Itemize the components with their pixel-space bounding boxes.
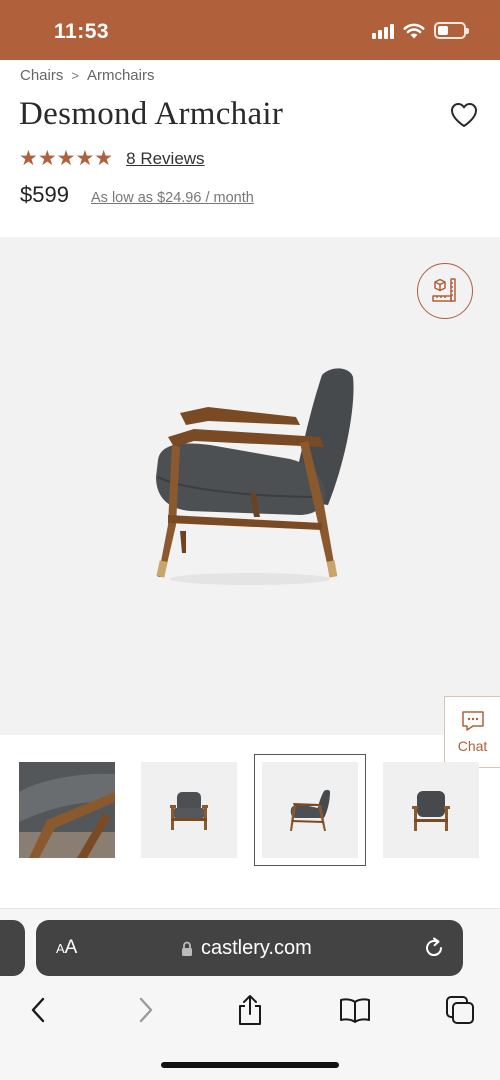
product-image-main[interactable] — [0, 237, 500, 735]
browser-toolbar — [0, 989, 500, 1033]
thumbnail-side-selected[interactable] — [254, 754, 366, 866]
url-text: castlery.com — [201, 937, 312, 959]
armchair-back-image — [412, 791, 450, 831]
armchair-closeup-image — [19, 762, 115, 858]
share-button[interactable] — [232, 992, 268, 1028]
browser-chrome: AA castlery.com — [0, 909, 500, 1080]
wishlist-button[interactable] — [450, 102, 478, 128]
previous-tab-preview[interactable] — [0, 920, 25, 976]
page-settings-button[interactable]: AA — [56, 937, 77, 959]
cube-ruler-icon — [432, 278, 456, 302]
tabs-button[interactable] — [442, 992, 478, 1028]
back-button[interactable] — [20, 992, 56, 1028]
breadcrumb-chairs[interactable]: Chairs — [20, 67, 63, 84]
battery-icon — [434, 22, 469, 39]
heart-outline-icon — [451, 103, 477, 127]
aa-small-label: A — [56, 941, 65, 956]
tabs-icon — [446, 996, 474, 1024]
status-time: 11:53 — [54, 20, 110, 43]
address-bar[interactable]: AA castlery.com — [36, 920, 463, 976]
chat-bubble-icon — [461, 711, 484, 731]
chevron-left-icon — [31, 997, 45, 1023]
home-indicator[interactable] — [161, 1062, 339, 1068]
status-bar: 11:53 — [0, 0, 500, 60]
reload-icon — [426, 937, 443, 957]
url-display: castlery.com — [181, 937, 312, 960]
armchair-side-image — [290, 789, 330, 831]
cellular-signal-icon — [372, 23, 394, 39]
forward-button[interactable] — [128, 992, 164, 1028]
rating: ★★★★★ 8 Reviews — [19, 146, 205, 171]
installment-link[interactable]: As low as $24.96 / month — [91, 190, 254, 206]
product-title: Desmond Armchair — [19, 96, 284, 132]
armchair-front-image — [170, 792, 208, 830]
breadcrumb-separator: > — [71, 68, 79, 83]
thumbnail-closeup[interactable] — [19, 762, 115, 858]
aa-large-label: A — [64, 937, 78, 958]
lock-icon — [182, 941, 192, 956]
product-page: 11:53 Chairs > Armchairs Desmond Armchai… — [0, 0, 500, 1080]
thumbnail-front[interactable] — [141, 762, 237, 858]
breadcrumb-armchairs[interactable]: Armchairs — [87, 67, 155, 84]
dimensions-button[interactable] — [417, 263, 473, 319]
chevron-right-icon — [139, 997, 153, 1023]
reload-button[interactable] — [422, 936, 446, 960]
open-book-icon — [340, 998, 370, 1023]
armchair-image — [156, 368, 354, 585]
breadcrumb: Chairs > Armchairs — [20, 67, 154, 84]
thumbnail-strip — [0, 752, 500, 872]
product-price: $599 — [20, 182, 69, 207]
reviews-link[interactable]: 8 Reviews — [126, 149, 204, 169]
thumbnail-back[interactable] — [383, 762, 479, 858]
share-icon — [239, 995, 261, 1025]
status-icons — [372, 22, 469, 39]
wifi-icon — [403, 23, 425, 38]
bookmarks-button[interactable] — [337, 992, 373, 1028]
star-rating: ★★★★★ — [19, 147, 114, 170]
